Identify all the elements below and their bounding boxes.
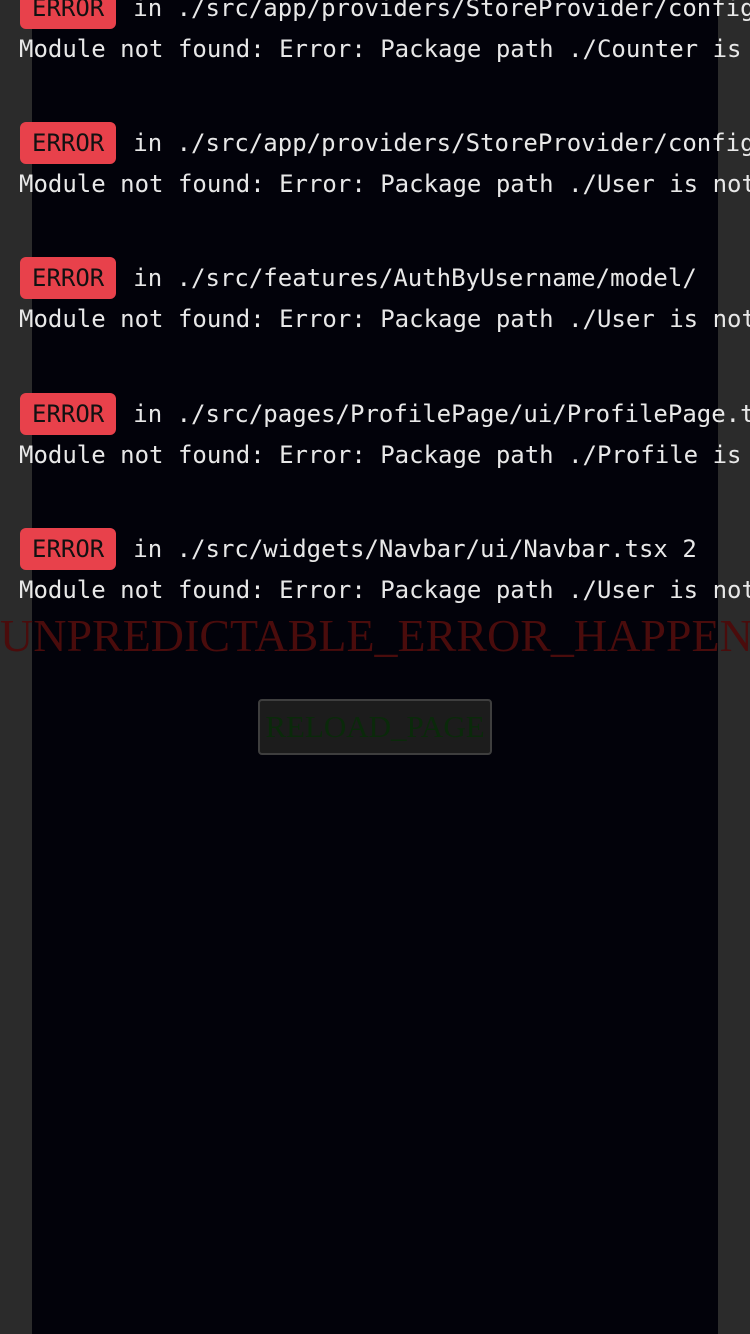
error-badge: ERROR — [20, 257, 117, 299]
error-message: Module not found: Error: Package path ./… — [20, 305, 750, 333]
error-overlay: ERROR in ./src/app/providers/StoreProvid… — [0, 0, 750, 1334]
error-entry: ERROR in ./src/features/AuthByUsername/m… — [20, 257, 750, 347]
error-badge: ERROR — [20, 0, 117, 29]
error-location: in ./src/features/AuthByUsername/model/ — [133, 264, 697, 292]
error-entry: ERROR in ./src/app/providers/StoreProvid… — [20, 0, 750, 77]
error-location: in ./src/app/providers/StoreProvider/con… — [133, 129, 750, 157]
error-entry: ERROR in ./src/widgets/Navbar/ui/Navbar.… — [20, 528, 750, 618]
error-location: in ./src/widgets/Navbar/ui/Navbar.tsx 2 — [133, 535, 697, 563]
error-entry: ERROR in ./src/app/providers/StoreProvid… — [20, 122, 750, 212]
error-fallback-title: UNPREDICTABLE_ERROR_HAPPENED — [0, 608, 750, 664]
error-location: in ./src/app/providers/StoreProvider/con… — [133, 0, 750, 22]
error-header: ERROR in ./src/app/providers/StoreProvid… — [20, 0, 750, 29]
error-badge: ERROR — [20, 122, 117, 164]
error-header: ERROR in ./src/widgets/Navbar/ui/Navbar.… — [20, 528, 697, 570]
error-header: ERROR in ./src/pages/ProfilePage/ui/Prof… — [20, 393, 750, 435]
error-header: ERROR in ./src/features/AuthByUsername/m… — [20, 257, 697, 299]
error-message: Module not found: Error: Package path ./… — [20, 35, 750, 63]
error-badge: ERROR — [20, 393, 117, 435]
reload-page-button[interactable]: RELOAD_PAGE — [258, 699, 492, 755]
error-entry: ERROR in ./src/pages/ProfilePage/ui/Prof… — [20, 393, 750, 483]
error-header: ERROR in ./src/app/providers/StoreProvid… — [20, 122, 750, 164]
error-location: in ./src/pages/ProfilePage/ui/ProfilePag… — [133, 400, 750, 428]
error-message: Module not found: Error: Package path ./… — [20, 576, 750, 604]
page: ERROR in ./src/app/providers/StoreProvid… — [0, 0, 750, 1334]
error-message: Module not found: Error: Package path ./… — [20, 170, 750, 198]
error-message: Module not found: Error: Package path ./… — [20, 441, 750, 469]
error-fallback-title-text: UNPREDICTABLE_ERROR_HAPPENED — [0, 610, 750, 661]
error-badge: ERROR — [20, 528, 117, 570]
